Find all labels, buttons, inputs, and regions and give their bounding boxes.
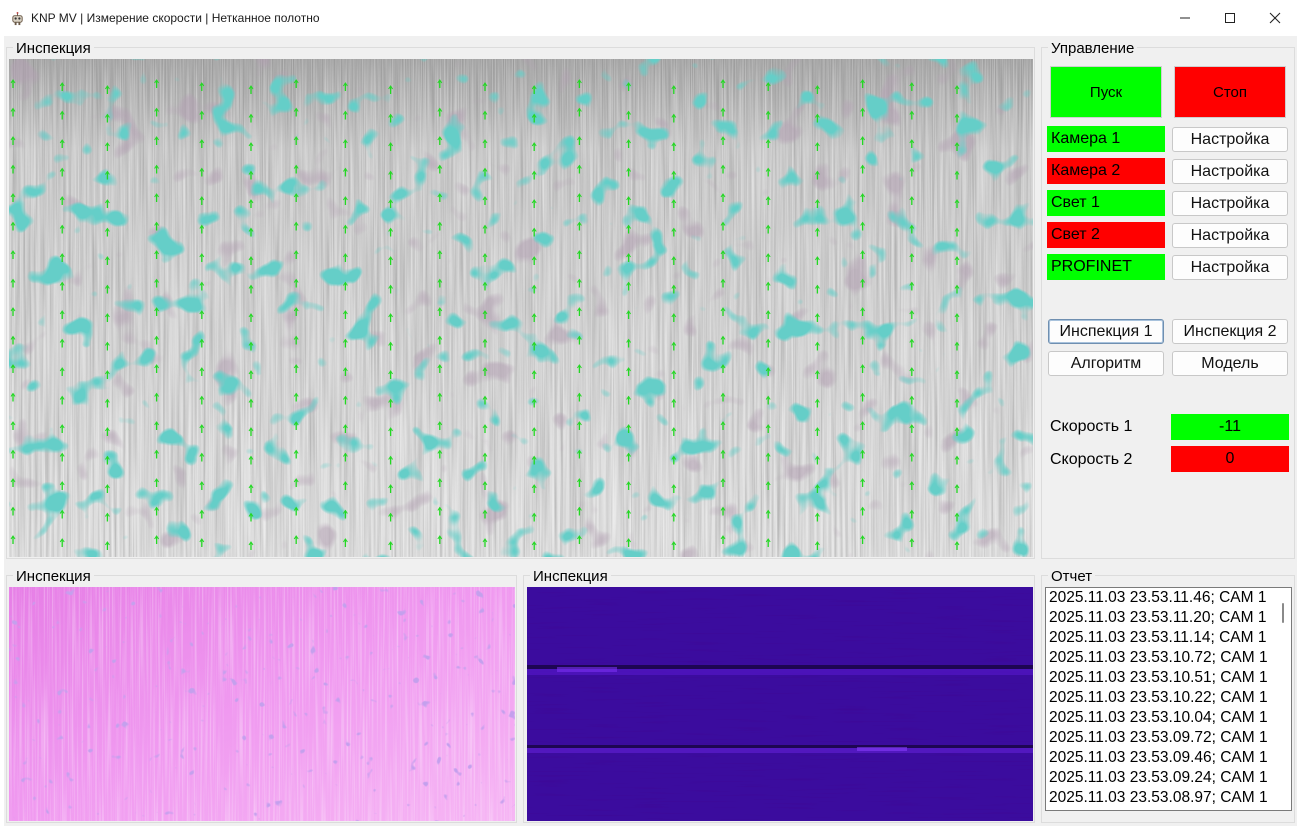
inspection-bottom-right-view[interactable] (527, 587, 1033, 821)
speed-1-label: Скорость 1 (1050, 418, 1133, 435)
inspection-bottom-right-title: Инспекция (530, 568, 611, 585)
scrollbar-thumb[interactable] (1282, 603, 1284, 623)
setup-light-2-button[interactable]: Настройка (1172, 223, 1288, 248)
inspection-bottom-left-title: Инспекция (13, 568, 94, 585)
inspection-bottom-left-view[interactable] (9, 587, 515, 821)
report-row[interactable]: 2025.11.03 23.53.11.14; CAM 1 (1046, 628, 1291, 648)
status-camera-1: Камера 1 (1047, 126, 1165, 152)
status-camera-2: Камера 2 (1047, 158, 1165, 184)
model-button[interactable]: Модель (1172, 351, 1288, 376)
stop-button[interactable]: Стоп (1174, 66, 1286, 118)
client-area: Инспекция Управление Пуск Стоп Камера 1 … (4, 36, 1297, 826)
report-row[interactable]: 2025.11.03 23.53.10.51; CAM 1 (1046, 668, 1291, 688)
report-row[interactable]: 2025.11.03 23.53.10.72; CAM 1 (1046, 648, 1291, 668)
inspection-main-title: Инспекция (13, 40, 94, 57)
report-scrollbar[interactable] (1276, 589, 1290, 809)
maximize-icon (1225, 13, 1235, 23)
report-row[interactable]: 2025.11.03 23.53.11.20; CAM 1 (1046, 608, 1291, 628)
setup-light-1-button[interactable]: Настройка (1172, 191, 1288, 216)
setup-camera-1-button[interactable]: Настройка (1172, 127, 1288, 152)
inspection-main-view[interactable] (9, 59, 1033, 557)
report-title: Отчет (1048, 568, 1096, 585)
inspection-2-button[interactable]: Инспекция 2 (1172, 319, 1288, 344)
close-icon (1269, 12, 1281, 24)
report-row[interactable]: 2025.11.03 23.53.08.97; CAM 1 (1046, 788, 1291, 808)
report-group: Отчет 2025.11.03 23.53.11.46; CAM 1 2025.… (1041, 568, 1295, 823)
status-light-2: Свет 2 (1047, 222, 1165, 248)
setup-profinet-button[interactable]: Настройка (1172, 255, 1288, 280)
maximize-button[interactable] (1207, 0, 1253, 36)
status-profinet: PROFINET (1047, 254, 1165, 280)
report-list[interactable]: 2025.11.03 23.53.11.46; CAM 1 2025.11.03 … (1045, 587, 1292, 811)
speed-2-label: Скорость 2 (1050, 451, 1133, 468)
control-group: Управление Пуск Стоп Камера 1 Настройка … (1041, 40, 1295, 559)
minimize-button[interactable] (1162, 0, 1208, 36)
report-row[interactable]: 2025.11.03 23.53.09.24; CAM 1 (1046, 768, 1291, 788)
inspection-main-image (9, 59, 1033, 557)
report-row[interactable]: 2025.11.03 23.53.09.46; CAM 1 (1046, 748, 1291, 768)
close-button[interactable] (1252, 0, 1298, 36)
speed-1-value: -11 (1171, 414, 1289, 440)
report-row[interactable]: 2025.11.03 23.53.10.22; CAM 1 (1046, 688, 1291, 708)
robot-icon (12, 11, 23, 26)
report-row[interactable]: 2025.11.03 23.53.09.72; CAM 1 (1046, 728, 1291, 748)
minimize-icon (1180, 17, 1190, 19)
setup-camera-2-button[interactable]: Настройка (1172, 159, 1288, 184)
report-rows: 2025.11.03 23.53.11.46; CAM 1 2025.11.03 … (1046, 588, 1291, 808)
report-row[interactable]: 2025.11.03 23.53.11.46; CAM 1 (1046, 588, 1291, 608)
inspection-bottom-left-group: Инспекция (6, 568, 517, 823)
speed-2-value: 0 (1171, 446, 1289, 472)
inspection-bottom-right-group: Инспекция (523, 568, 1035, 823)
report-row[interactable]: 2025.11.03 23.53.10.04; CAM 1 (1046, 708, 1291, 728)
window-title: KNP MV | Измерение скорости | Нетканное … (31, 11, 320, 25)
title-bar: KNP MV | Измерение скорости | Нетканное … (0, 0, 1300, 36)
status-light-1: Свет 1 (1047, 190, 1165, 216)
inspection-1-button[interactable]: Инспекция 1 (1048, 319, 1164, 344)
algorithm-button[interactable]: Алгоритм (1048, 351, 1164, 376)
control-title: Управление (1048, 40, 1138, 57)
start-button[interactable]: Пуск (1050, 66, 1162, 118)
inspection-main-group: Инспекция (6, 40, 1035, 559)
inspection-bottom-left-image (9, 587, 515, 821)
inspection-bottom-right-image (527, 587, 1033, 821)
